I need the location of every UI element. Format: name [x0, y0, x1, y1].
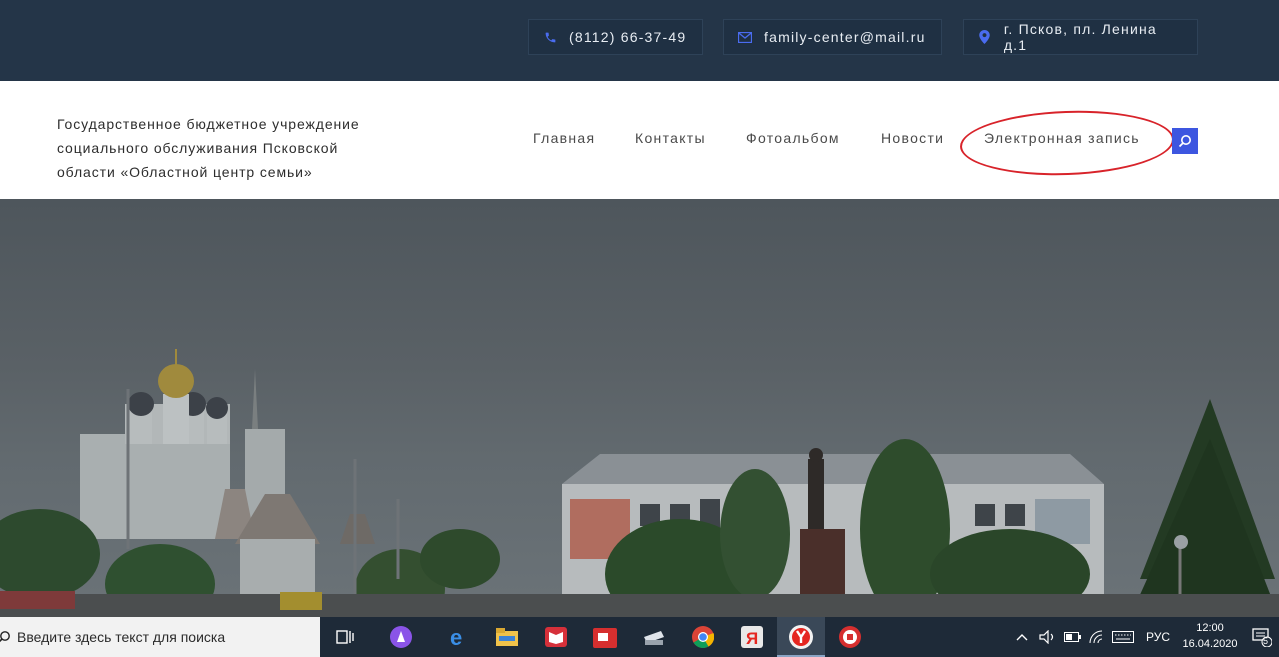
address-text: г. Псков, пл. Ленина д.1 [1003, 21, 1157, 53]
nav-home[interactable]: Главная [533, 130, 595, 146]
wifi-icon[interactable] [1089, 617, 1105, 657]
nav-contacts[interactable]: Контакты [635, 130, 706, 146]
presentation-app-icon[interactable] [593, 625, 617, 649]
org-line-3: области «Областной центр семьи» [57, 164, 313, 180]
email-text: family-center@mail.ru [764, 29, 926, 45]
task-view-icon[interactable] [333, 625, 357, 649]
keyboard-icon[interactable] [1112, 617, 1134, 657]
scanner-app-icon[interactable] [641, 625, 665, 649]
search-button[interactable] [1172, 128, 1198, 154]
contact-email[interactable]: family-center@mail.ru [723, 19, 942, 55]
top-contact-bar: (8112) 66-37-49 family-center@mail.ru г.… [0, 0, 1279, 81]
nav-news[interactable]: Новости [881, 130, 944, 146]
org-line-1: Государственное бюджетное учреждение [57, 116, 360, 132]
yandex-browser-icon[interactable] [789, 625, 813, 649]
site-header: Государственное бюджетное учреждение соц… [0, 81, 1279, 199]
chrome-browser-icon[interactable] [691, 625, 715, 649]
svg-text:e: e [450, 626, 462, 648]
phone-text: (8112) 66-37-49 [569, 29, 687, 45]
battery-icon[interactable] [1064, 617, 1082, 657]
reader-app-icon[interactable] [544, 625, 568, 649]
org-line-2: социального обслуживания Псковской [57, 140, 339, 156]
antivirus-app-icon[interactable] [838, 625, 862, 649]
taskbar-search-box[interactable]: Введите здесь текст для поиска [0, 617, 320, 657]
notification-center-icon[interactable]: 5 [1252, 627, 1273, 648]
contact-phone[interactable]: (8112) 66-37-49 [528, 19, 703, 55]
language-indicator[interactable]: РУС [1146, 617, 1170, 657]
phone-icon [543, 30, 557, 44]
organization-name[interactable]: Государственное бюджетное учреждение соц… [57, 112, 417, 184]
system-clock[interactable]: 12:00 16.04.2020 [1180, 620, 1240, 652]
tray-chevron-icon[interactable] [1016, 617, 1028, 657]
volume-icon[interactable] [1039, 617, 1057, 657]
notification-count: 5 [1263, 636, 1269, 646]
windows-taskbar: Введите здесь текст для поиска e Я РУС 1… [0, 617, 1279, 657]
search-icon [0, 631, 10, 643]
file-explorer-icon[interactable] [495, 625, 519, 649]
nav-online-registration[interactable]: Электронная запись [984, 130, 1140, 146]
yandex-app-icon[interactable]: Я [740, 625, 764, 649]
city-square-illustration [0, 349, 1279, 617]
search-icon [1178, 135, 1191, 148]
hero-image [0, 199, 1279, 617]
taskbar-search-placeholder: Введите здесь текст для поиска [17, 629, 226, 645]
svg-text:Я: Я [746, 629, 758, 648]
nav-photo-album[interactable]: Фотоальбом [746, 130, 840, 146]
edge-browser-icon[interactable]: e [447, 625, 471, 649]
clock-time: 12:00 [1196, 622, 1224, 634]
location-icon [978, 30, 992, 44]
contact-address[interactable]: г. Псков, пл. Ленина д.1 [963, 19, 1198, 55]
mail-icon [738, 30, 752, 44]
clock-date: 16.04.2020 [1182, 638, 1238, 650]
alice-assistant-icon[interactable] [389, 625, 413, 649]
